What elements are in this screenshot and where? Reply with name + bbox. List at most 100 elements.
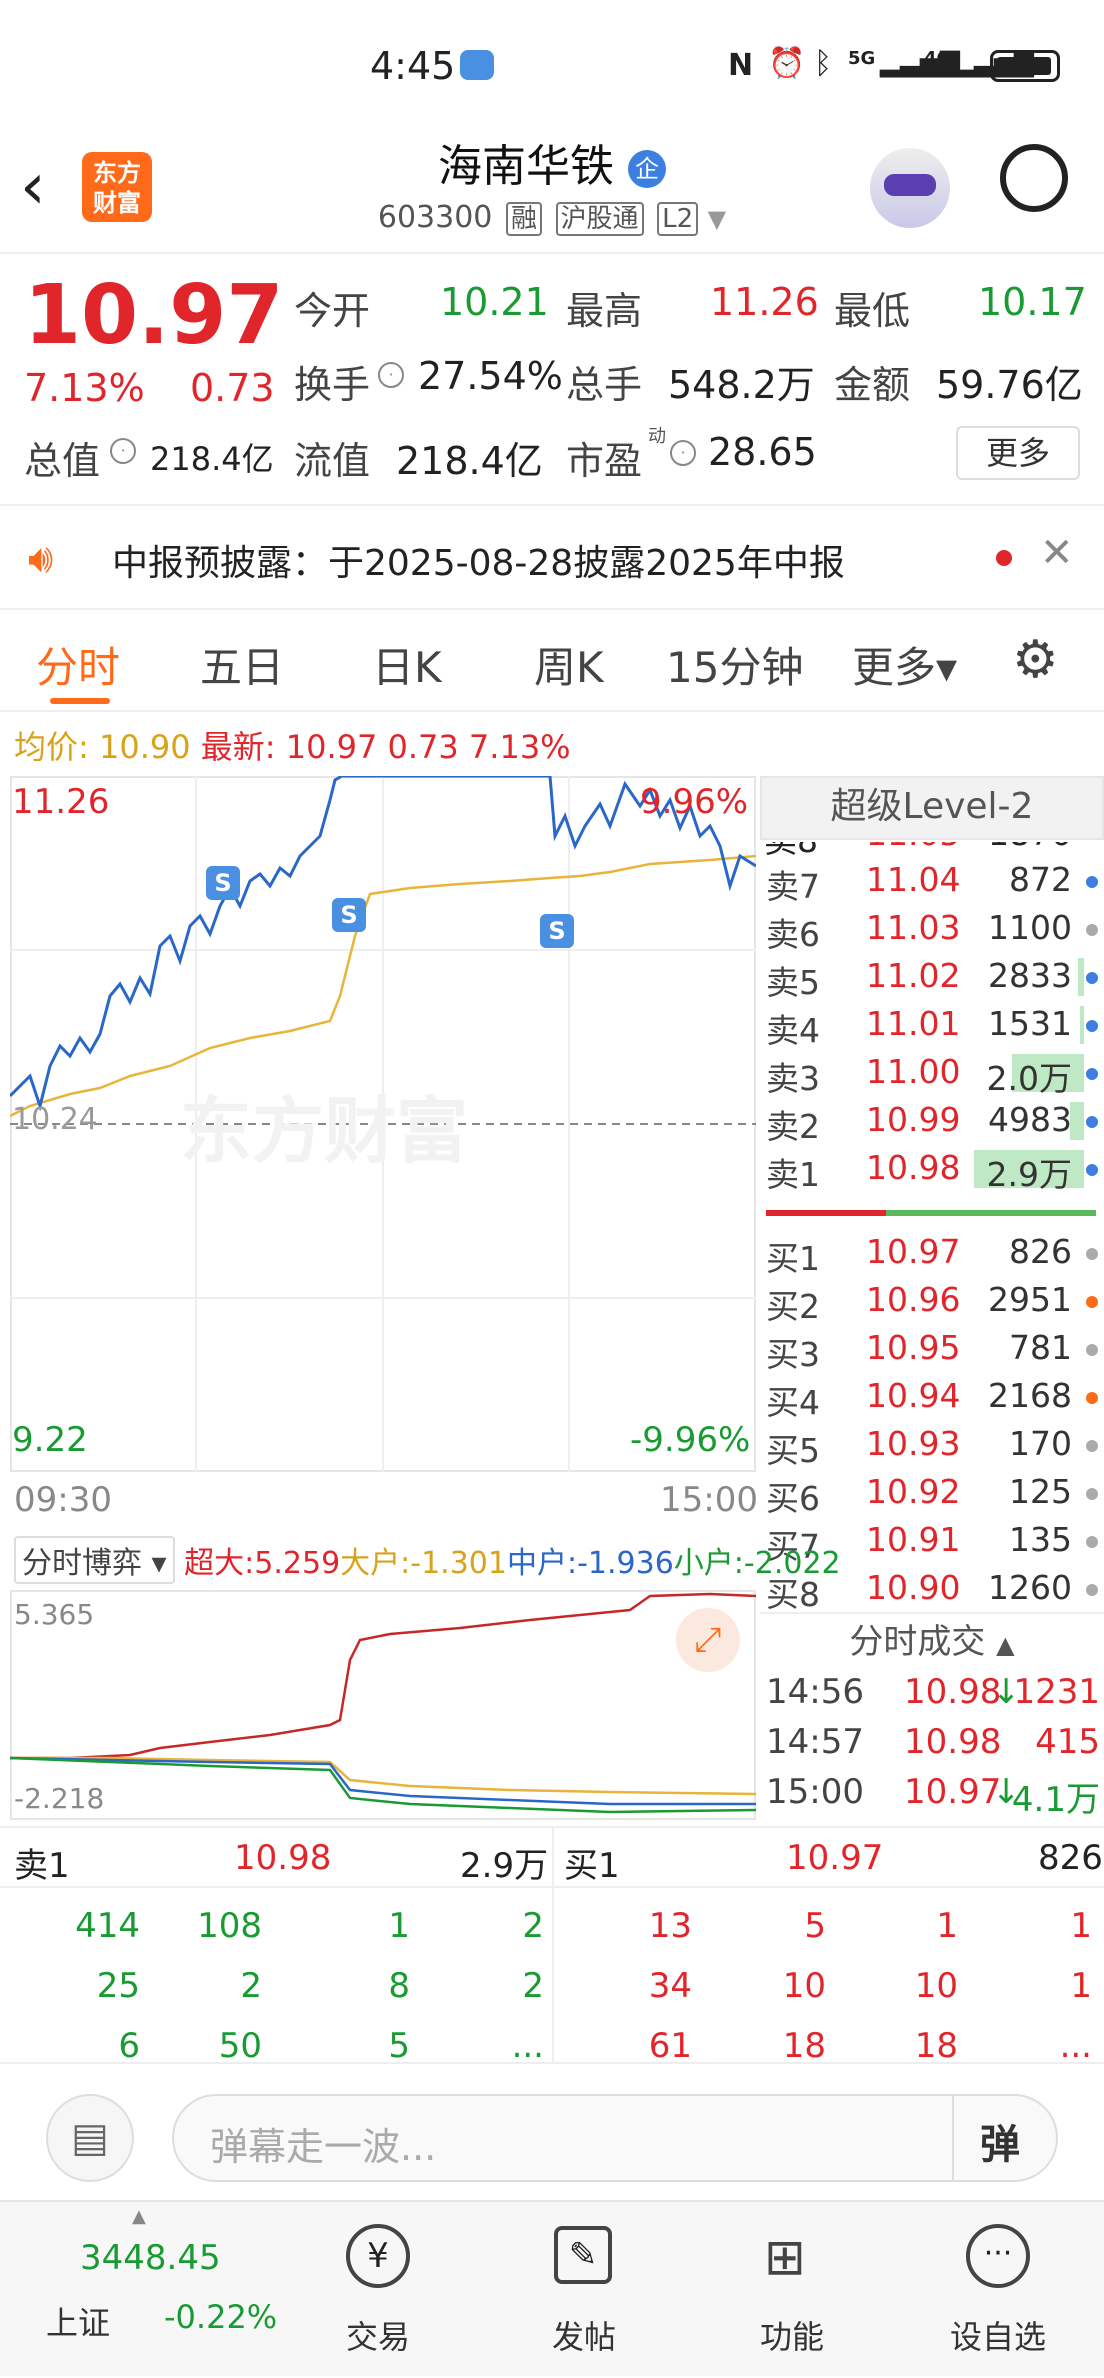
bid-vol: 1260 xyxy=(988,1568,1072,1607)
signal-marker[interactable]: S xyxy=(540,914,574,948)
ask-label: 卖2 xyxy=(766,1107,820,1146)
dot-icon xyxy=(1086,924,1098,936)
trade-price: 10.98 xyxy=(904,1722,1002,1762)
trade-vol: 415 xyxy=(1035,1722,1100,1762)
bid-vol: 2951 xyxy=(988,1280,1072,1319)
tab-15min[interactable]: 15分钟 xyxy=(666,634,803,695)
dropdown-icon[interactable]: ▼ xyxy=(708,205,726,233)
low-label: 最低 xyxy=(834,289,911,333)
danmu-toggle-icon[interactable]: ▤ xyxy=(46,2094,134,2182)
settings-gear-icon[interactable]: ⚙ xyxy=(1012,630,1059,690)
bid-row[interactable]: 买4 10.94 2168 xyxy=(760,1376,1104,1424)
ask-row[interactable]: 卖2 10.99 4983 xyxy=(760,1100,1104,1148)
bid-row[interactable]: 买2 10.96 2951 xyxy=(760,1280,1104,1328)
alarm-icon: ⏰ xyxy=(768,46,806,81)
trade-row: 14:56 10.98 ↓ 1231 xyxy=(760,1672,1104,1722)
queue-buy-cell: 18 xyxy=(782,2026,826,2066)
ask-row[interactable]: 卖7 11.04 872 xyxy=(760,860,1104,908)
bid-vol: 125 xyxy=(1009,1472,1072,1511)
queue-buy-cell: 10 xyxy=(914,1966,958,2006)
queue-buy-cell: ... xyxy=(1059,2026,1092,2066)
ask-label: 卖8 xyxy=(764,842,818,856)
bid-price: 10.92 xyxy=(866,1472,961,1511)
low-value: 10.17 xyxy=(978,280,1087,324)
info-icon[interactable]: · xyxy=(110,438,136,464)
flow-chart[interactable]: 5.365 -2.218 ⤢ xyxy=(9,1590,757,1820)
index-widget[interactable]: ▲ 3448.45 上证 -0.22% xyxy=(20,2202,277,2378)
avg-label: 均价: xyxy=(14,728,89,766)
time-end: 15:00 xyxy=(660,1480,758,1520)
ask-row[interactable]: 卖1 10.98 2.9万 xyxy=(760,1148,1104,1196)
info-icon[interactable]: · xyxy=(378,362,404,388)
trade-vol: 1231 xyxy=(1013,1672,1100,1712)
bid-vol: 135 xyxy=(1009,1520,1072,1559)
queue-sell-cell: ... xyxy=(511,2026,544,2066)
dot-icon xyxy=(1086,1344,1098,1356)
trades-title-row[interactable]: 分时成交 ▲ xyxy=(760,1612,1104,1672)
trades-panel: 分时成交 ▲ 14:56 10.98 ↓ 1231 14:57 10.98 415 15:00… xyxy=(760,1612,1104,1822)
danmu-send-button[interactable]: 弹 xyxy=(980,2112,1020,2170)
tab-daily-k[interactable]: 日K xyxy=(372,634,442,695)
dot-icon xyxy=(1086,1116,1098,1128)
bid-row[interactable]: 买6 10.92 125 xyxy=(760,1472,1104,1520)
more-button[interactable]: 更多 xyxy=(956,426,1080,480)
bluetooth-icon: ᛒ xyxy=(814,46,832,81)
ask-row[interactable]: 卖6 11.03 1100 xyxy=(760,908,1104,956)
queue-sell-cell: 8 xyxy=(388,1966,410,2006)
index-value: 3448.45 xyxy=(80,2238,221,2278)
queue-sell-cell: 5 xyxy=(388,2026,410,2066)
ask-row[interactable]: 卖5 11.02 2833 xyxy=(760,956,1104,1004)
queue-sell-cell: 50 xyxy=(218,2026,262,2066)
close-icon[interactable]: ✕ xyxy=(1040,530,1074,576)
intraday-chart[interactable]: 东方财富 11.26 9.96% 10.24 9.22 -9.96% S S S xyxy=(8,774,757,1472)
tab-more[interactable]: 更多▾ xyxy=(852,634,957,695)
ask-price: 11.00 xyxy=(866,1052,961,1091)
high-value: 11.26 xyxy=(710,280,819,324)
bid-row[interactable]: 买5 10.93 170 xyxy=(760,1424,1104,1472)
ask-volume-bar xyxy=(1070,1102,1084,1140)
enterprise-badge: 企 xyxy=(628,150,666,188)
ask-row[interactable]: 卖4 11.01 1531 xyxy=(760,1004,1104,1052)
bid-row[interactable]: 买3 10.95 781 xyxy=(760,1328,1104,1376)
high-label: 最高 xyxy=(566,289,643,333)
float-label: 流值 xyxy=(294,439,371,483)
stock-code-row[interactable]: 603300 融 沪股通 L2 ▼ xyxy=(0,200,1104,236)
bid-price: 10.96 xyxy=(866,1280,961,1319)
flow-select[interactable]: 分时博弈 ▾ xyxy=(14,1536,175,1584)
queue-buy-cell: 18 xyxy=(914,2026,958,2066)
tab-intraday[interactable]: 分时 xyxy=(36,634,120,695)
info-icon[interactable]: · xyxy=(670,440,696,466)
flow-top: 5.365 xyxy=(14,1598,95,1631)
bid-row[interactable]: 买1 10.97 826 xyxy=(760,1232,1104,1280)
level2-title[interactable]: 超级Level-2 xyxy=(760,776,1104,840)
open-label: 今开 xyxy=(294,289,371,333)
balance-bar-buy xyxy=(886,1210,1096,1216)
tab-functions-label: 功能 xyxy=(759,2318,824,2356)
expand-icon[interactable]: ⤢ xyxy=(676,1608,740,1672)
queue-sell-cell: 2 xyxy=(522,1966,544,2006)
tab-weekly-k[interactable]: 周K xyxy=(534,634,604,695)
signal-marker[interactable]: S xyxy=(332,898,366,932)
tab-5day[interactable]: 五日 xyxy=(200,634,284,695)
open-value: 10.21 xyxy=(440,280,549,324)
trade-time: 14:57 xyxy=(766,1722,864,1762)
battery-icon xyxy=(990,50,1060,82)
tag-connect: 沪股通 xyxy=(555,202,644,236)
stock-name: 海南华铁 xyxy=(438,141,614,192)
avg-info: 均价: 10.90 最新: 10.97 0.73 7.13% xyxy=(14,722,571,768)
mktcap-value: 218.4亿 xyxy=(150,440,274,478)
chart-low: 9.22 xyxy=(12,1420,88,1460)
trade-time: 14:56 xyxy=(766,1672,864,1712)
queue-sell-vol: 2.9万 xyxy=(460,1846,549,1886)
queue-sell-cell: 414 xyxy=(75,1906,140,1946)
danmu-input[interactable]: 弹幕走一波... 弹 xyxy=(172,2094,1058,2182)
chart-high: 11.26 xyxy=(12,782,110,822)
tab-watchlist-label: 设自选 xyxy=(949,2318,1046,2356)
ask-label: 卖4 xyxy=(766,1011,820,1050)
flow-small-label: 小户: xyxy=(673,1546,744,1581)
notice-bar[interactable]: 🔊︎ 中报预披露：于2025-08-28披露2025年中报 ✕ xyxy=(0,504,1104,610)
queue-buy-cell: 5 xyxy=(804,1906,826,1946)
queue-sell-cell: 6 xyxy=(118,2026,140,2066)
ask-row[interactable]: 卖3 11.00 2.0万 xyxy=(760,1052,1104,1100)
signal-marker[interactable]: S xyxy=(206,866,240,900)
